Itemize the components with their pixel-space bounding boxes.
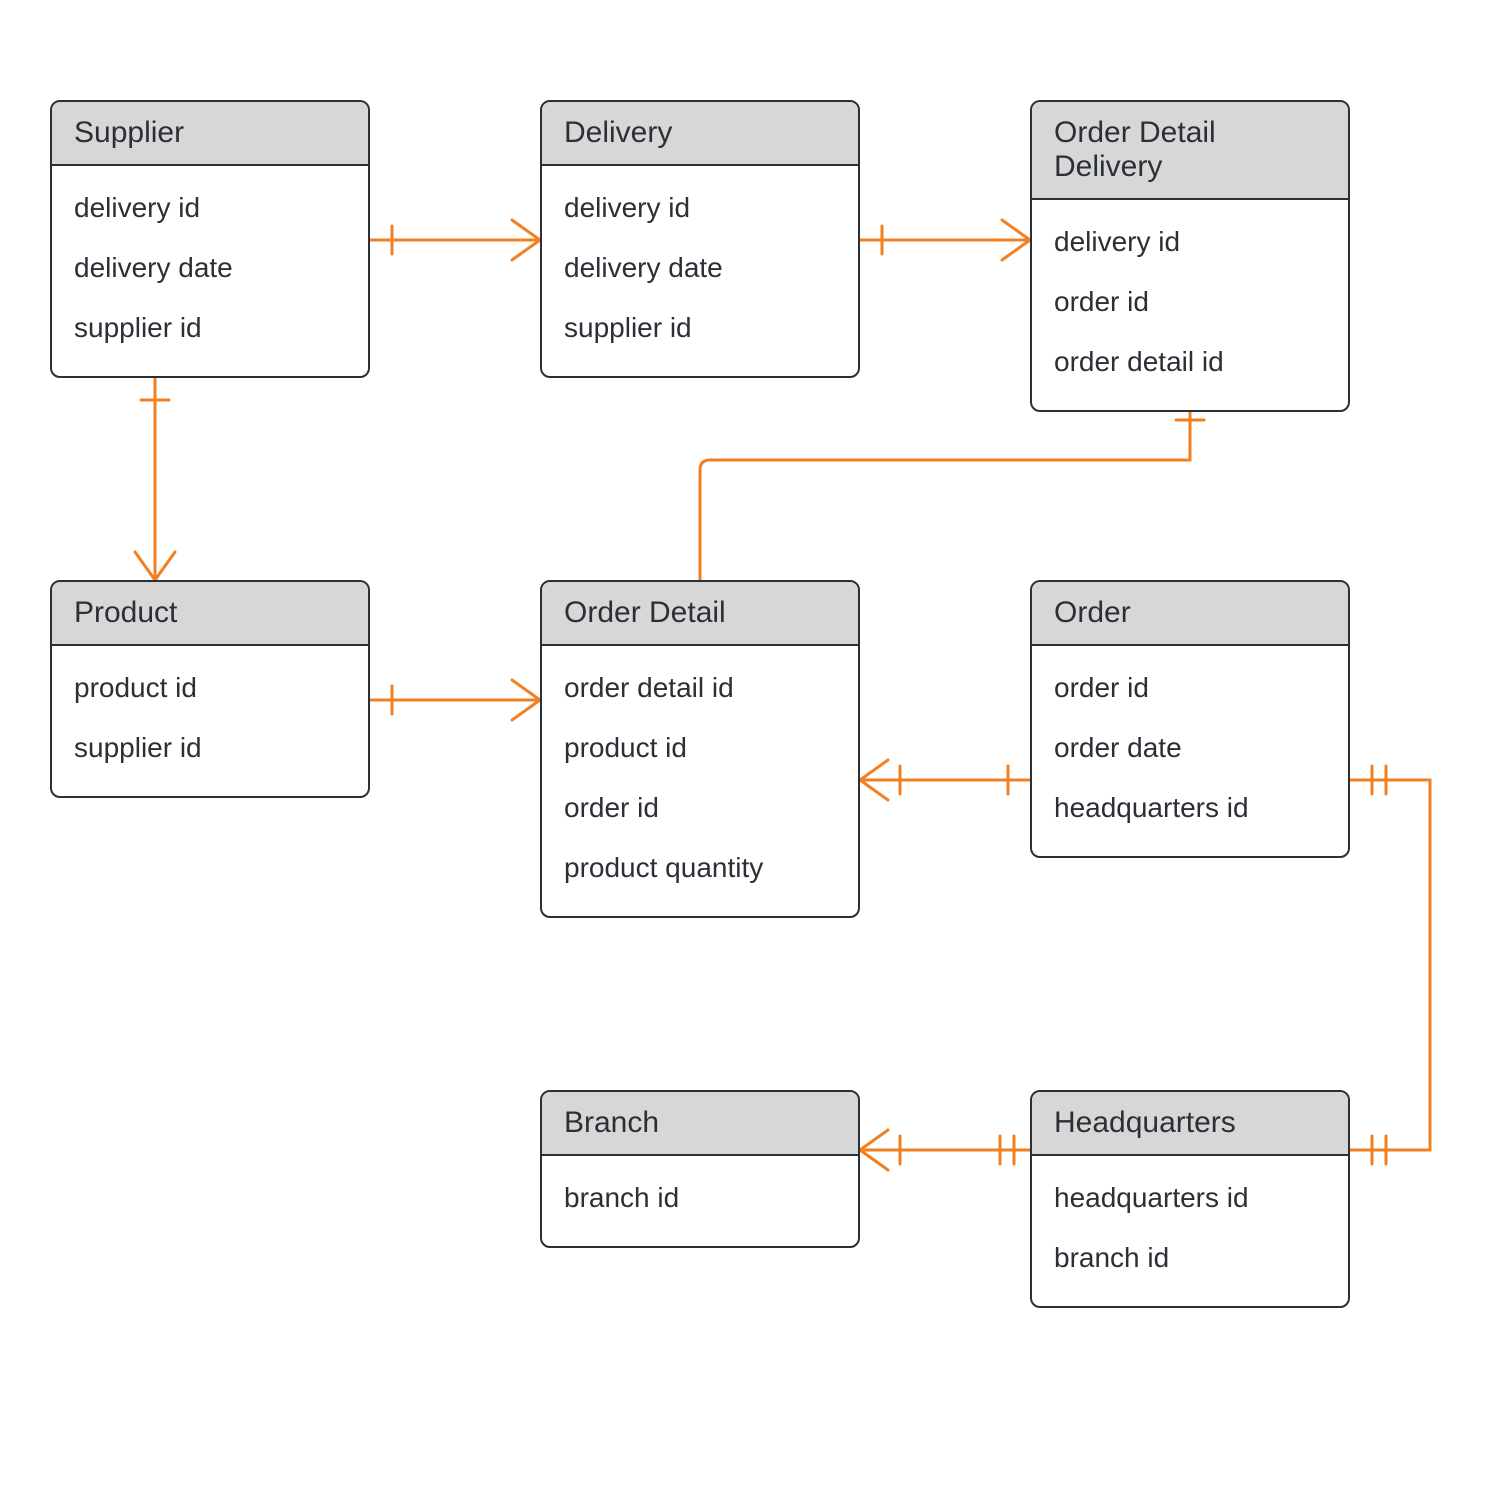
entity-title: Order Detail Delivery (1032, 102, 1348, 200)
entity-attr: supplier id (564, 298, 836, 358)
entity-attrs: order detail id product id order id prod… (542, 646, 858, 916)
entity-attr: headquarters id (1054, 1168, 1326, 1228)
entity-attr: order detail id (564, 658, 836, 718)
entity-attr: delivery id (1054, 212, 1326, 272)
entity-attrs: delivery id delivery date supplier id (542, 166, 858, 376)
entity-title: Headquarters (1032, 1092, 1348, 1156)
entity-attr: branch id (1054, 1228, 1326, 1288)
entity-order[interactable]: Order order id order date headquarters i… (1030, 580, 1350, 858)
entity-attr: product id (74, 658, 346, 718)
entity-title: Supplier (52, 102, 368, 166)
entity-attrs: branch id (542, 1156, 858, 1246)
entity-order-detail[interactable]: Order Detail order detail id product id … (540, 580, 860, 918)
entity-attrs: order id order date headquarters id (1032, 646, 1348, 856)
entity-title: Order Detail (542, 582, 858, 646)
entity-order-detail-delivery[interactable]: Order Detail Delivery delivery id order … (1030, 100, 1350, 412)
entity-attr: product id (564, 718, 836, 778)
entity-attr: delivery id (74, 178, 346, 238)
entity-attr: supplier id (74, 298, 346, 358)
entity-branch[interactable]: Branch branch id (540, 1090, 860, 1248)
entity-attrs: delivery id order id order detail id (1032, 200, 1348, 410)
entity-attrs: delivery id delivery date supplier id (52, 166, 368, 376)
entity-product[interactable]: Product product id supplier id (50, 580, 370, 798)
entity-attr: order id (1054, 658, 1326, 718)
entity-attr: order date (1054, 718, 1326, 778)
entity-attr: delivery date (564, 238, 836, 298)
entity-attr: order detail id (1054, 332, 1326, 392)
entity-headquarters[interactable]: Headquarters headquarters id branch id (1030, 1090, 1350, 1308)
entity-delivery[interactable]: Delivery delivery id delivery date suppl… (540, 100, 860, 378)
entity-attr: order id (1054, 272, 1326, 332)
entity-attr: supplier id (74, 718, 346, 778)
entity-title: Delivery (542, 102, 858, 166)
entity-attrs: product id supplier id (52, 646, 368, 796)
entity-attr: product quantity (564, 838, 836, 898)
er-diagram-canvas: Supplier delivery id delivery date suppl… (0, 0, 1500, 1500)
entity-title: Branch (542, 1092, 858, 1156)
entity-title: Order (1032, 582, 1348, 646)
entity-supplier[interactable]: Supplier delivery id delivery date suppl… (50, 100, 370, 378)
entity-attr: order id (564, 778, 836, 838)
entity-attr: delivery id (564, 178, 836, 238)
entity-title: Product (52, 582, 368, 646)
entity-attr: delivery date (74, 238, 346, 298)
entity-attrs: headquarters id branch id (1032, 1156, 1348, 1306)
entity-attr: headquarters id (1054, 778, 1326, 838)
entity-attr: branch id (564, 1168, 836, 1228)
